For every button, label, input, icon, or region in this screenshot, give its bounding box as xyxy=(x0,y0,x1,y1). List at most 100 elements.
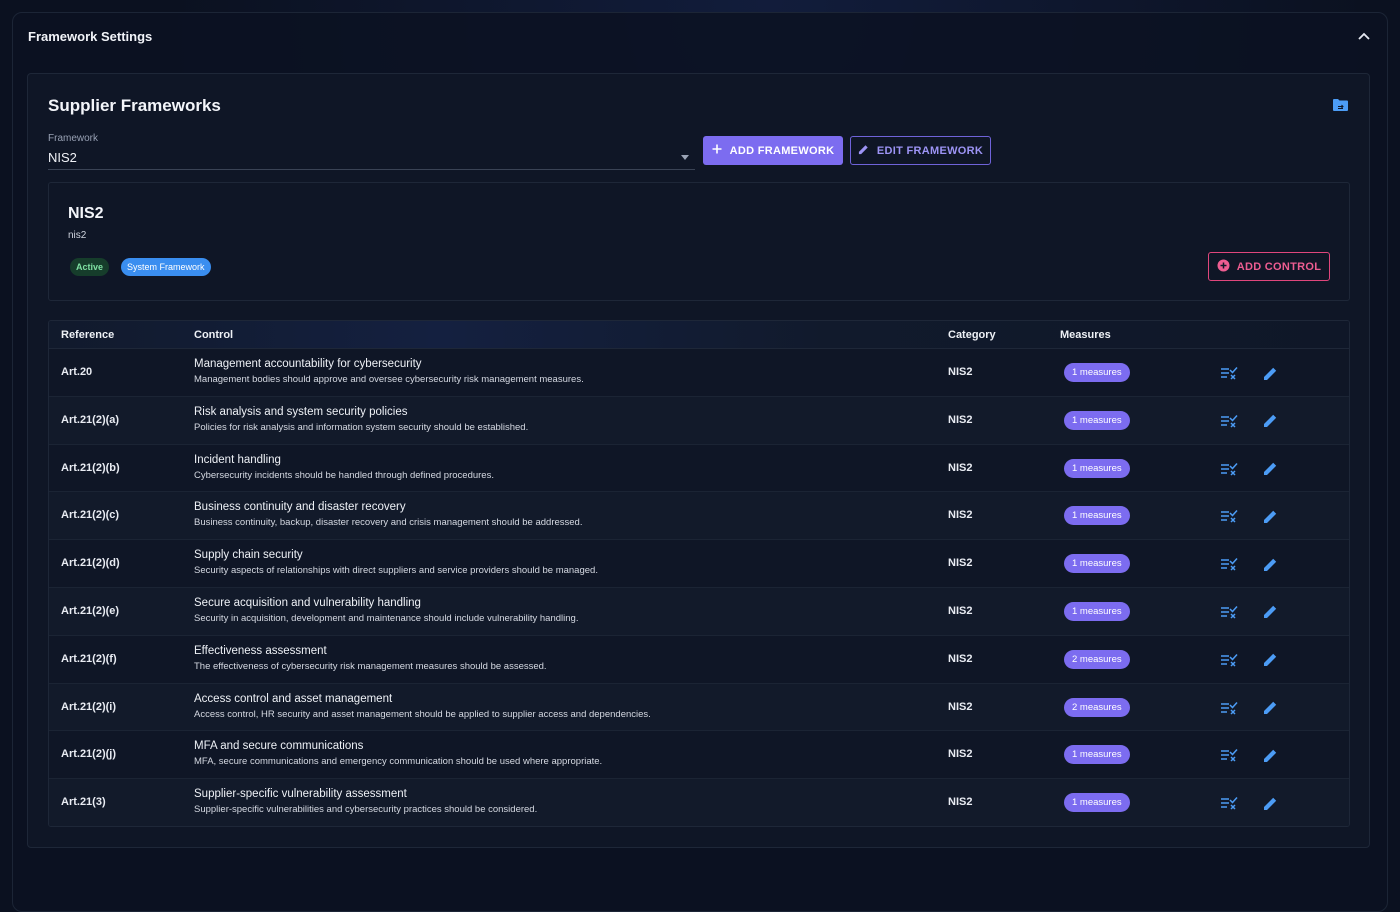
framework-detail: NIS2 nis2 Active System Framework ADD CO… xyxy=(48,182,1350,301)
row-reference: Art.21(2)(f) xyxy=(61,652,117,665)
add-control-button[interactable]: ADD CONTROL xyxy=(1208,252,1330,281)
framework-slug: nis2 xyxy=(68,230,87,241)
edit-framework-label: EDIT FRAMEWORK xyxy=(876,144,984,157)
add-control-label: ADD CONTROL xyxy=(1236,260,1322,273)
playlist-check-icon[interactable] xyxy=(1220,412,1238,430)
pencil-icon[interactable] xyxy=(1261,555,1279,573)
row-control: Supplier-specific vulnerability assessme… xyxy=(194,788,537,815)
row-category: NIS2 xyxy=(948,748,973,761)
control-description: Security in acquisition, development and… xyxy=(194,612,579,624)
status-badge: Active xyxy=(70,258,110,276)
table-row: Art.21(2)(e) Secure acquisition and vuln… xyxy=(49,587,1349,636)
pencil-icon[interactable] xyxy=(1261,364,1279,382)
table-row: Art.20 Management accountability for cyb… xyxy=(49,349,1349,397)
control-description: Business continuity, backup, disaster re… xyxy=(194,517,583,529)
table-body: Art.20 Management accountability for cyb… xyxy=(49,349,1349,826)
pencil-icon[interactable] xyxy=(1261,794,1279,812)
measures-badge[interactable]: 1 measures xyxy=(1064,458,1130,478)
row-reference: Art.21(2)(c) xyxy=(61,509,120,522)
playlist-check-icon[interactable] xyxy=(1220,746,1238,764)
plus-icon xyxy=(712,144,722,157)
row-reference: Art.21(2)(d) xyxy=(61,557,120,570)
control-description: The effectiveness of cybersecurity risk … xyxy=(194,660,547,672)
row-category: NIS2 xyxy=(948,509,973,522)
chevron-up-icon[interactable] xyxy=(1357,29,1371,43)
header-category[interactable]: Category xyxy=(948,329,996,341)
control-name: Incident handling xyxy=(194,453,281,466)
row-control: Management accountability for cybersecur… xyxy=(194,358,584,385)
pencil-icon[interactable] xyxy=(1261,460,1279,478)
add-framework-button[interactable]: ADD FRAMEWORK xyxy=(703,136,843,165)
table-row: Art.21(3) Supplier-specific vulnerabilit… xyxy=(49,779,1349,826)
measures-badge[interactable]: 1 measures xyxy=(1064,506,1130,526)
row-control: Incident handling Cybersecurity incident… xyxy=(194,454,494,481)
control-description: Cybersecurity incidents should be handle… xyxy=(194,469,494,481)
measures-badge[interactable]: 1 measures xyxy=(1064,793,1130,813)
framework-settings-panel: Framework Settings Supplier Frameworks F… xyxy=(12,12,1388,912)
table-row: Art.21(2)(a) Risk analysis and system se… xyxy=(49,396,1349,445)
row-category: NIS2 xyxy=(948,796,973,809)
supplier-frameworks-card: Supplier Frameworks Framework NIS2 ADD F… xyxy=(27,73,1370,848)
pencil-icon[interactable] xyxy=(1261,412,1279,430)
plus-circle-icon xyxy=(1217,259,1230,275)
measures-badge[interactable]: 2 measures xyxy=(1064,649,1130,669)
playlist-check-icon[interactable] xyxy=(1220,507,1238,525)
playlist-check-icon[interactable] xyxy=(1220,460,1238,478)
measures-badge[interactable]: 1 measures xyxy=(1064,601,1130,621)
control-name: MFA and secure communications xyxy=(194,740,364,753)
pencil-icon[interactable] xyxy=(1261,603,1279,621)
framework-field-label: Framework xyxy=(48,133,99,144)
measures-badge[interactable]: 2 measures xyxy=(1064,697,1130,717)
control-name: Management accountability for cybersecur… xyxy=(194,358,422,370)
measures-badge[interactable]: 1 measures xyxy=(1064,745,1130,765)
row-reference: Art.21(3) xyxy=(61,796,106,809)
card-title: Supplier Frameworks xyxy=(48,96,221,115)
caret-down-icon[interactable] xyxy=(681,155,689,160)
row-category: NIS2 xyxy=(948,557,973,570)
playlist-check-icon[interactable] xyxy=(1220,364,1238,382)
row-reference: Art.21(2)(e) xyxy=(61,604,120,617)
framework-settings-header[interactable]: Framework Settings xyxy=(13,13,1387,59)
control-description: Security aspects of relationships with d… xyxy=(194,565,598,577)
control-name: Risk analysis and system security polici… xyxy=(194,405,408,418)
control-name: Supply chain security xyxy=(194,549,303,562)
row-reference: Art.21(2)(a) xyxy=(61,413,120,426)
playlist-check-icon[interactable] xyxy=(1220,651,1238,669)
control-name: Business continuity and disaster recover… xyxy=(194,501,406,514)
control-description: MFA, secure communications and emergency… xyxy=(194,756,603,768)
control-description: Policies for risk analysis and informati… xyxy=(194,421,529,433)
framework-select[interactable]: NIS2 xyxy=(48,146,695,170)
pencil-icon[interactable] xyxy=(1261,651,1279,669)
pencil-icon[interactable] xyxy=(1261,746,1279,764)
table-header: Reference Control Category Measures xyxy=(49,321,1349,349)
row-category: NIS2 xyxy=(948,700,973,713)
pencil-icon[interactable] xyxy=(1261,507,1279,525)
pencil-icon[interactable] xyxy=(1261,699,1279,717)
measures-badge[interactable]: 1 measures xyxy=(1064,363,1130,382)
playlist-check-icon[interactable] xyxy=(1220,555,1238,573)
edit-framework-button[interactable]: EDIT FRAMEWORK xyxy=(850,136,991,165)
folder-sync-icon[interactable] xyxy=(1332,98,1349,112)
controls-table: Reference Control Category Measures Art.… xyxy=(48,320,1350,827)
row-reference: Art.21(2)(b) xyxy=(61,461,120,474)
table-row: Art.21(2)(d) Supply chain security Secur… xyxy=(49,540,1349,588)
framework-name: NIS2 xyxy=(68,205,104,222)
measures-badge[interactable]: 1 measures xyxy=(1064,554,1130,574)
header-reference[interactable]: Reference xyxy=(61,329,114,341)
control-name: Secure acquisition and vulnerability han… xyxy=(194,596,421,609)
header-measures[interactable]: Measures xyxy=(1060,329,1111,341)
playlist-check-icon[interactable] xyxy=(1220,699,1238,717)
control-name: Supplier-specific vulnerability assessme… xyxy=(194,788,407,801)
type-badge: System Framework xyxy=(121,258,211,276)
playlist-check-icon[interactable] xyxy=(1220,794,1238,812)
row-category: NIS2 xyxy=(948,652,973,665)
table-row: Art.21(2)(j) MFA and secure communicatio… xyxy=(49,731,1349,780)
row-control: Effectiveness assessment The effectivene… xyxy=(194,645,547,672)
control-description: Access control, HR security and asset ma… xyxy=(194,708,651,720)
row-control: Access control and asset management Acce… xyxy=(194,693,651,720)
playlist-check-icon[interactable] xyxy=(1220,603,1238,621)
header-control[interactable]: Control xyxy=(194,329,233,341)
pencil-icon xyxy=(858,144,869,158)
table-row: Art.21(2)(c) Business continuity and dis… xyxy=(49,492,1349,541)
measures-badge[interactable]: 1 measures xyxy=(1064,410,1130,430)
